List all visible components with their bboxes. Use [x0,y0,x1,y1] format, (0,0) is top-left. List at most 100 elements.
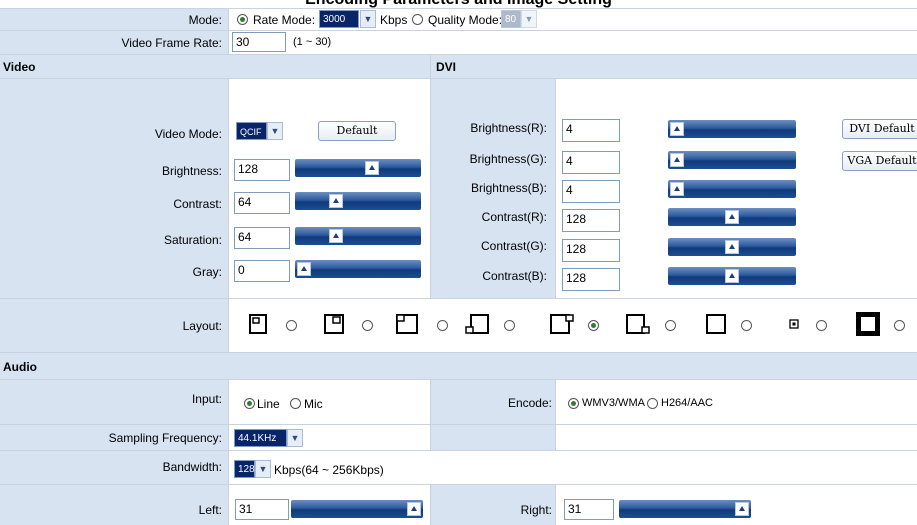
video-saturation-slider[interactable] [295,227,421,245]
quality-mode-label: Quality Mode: [428,13,503,27]
layout-row: Layout: [0,298,917,352]
page-title: Encoding Parameters and Image Setting [0,0,917,8]
rate-mode-label: Rate Mode: [253,13,316,27]
layout-radio-7[interactable] [741,320,752,331]
mic-radio[interactable] [290,398,301,409]
h264-radio[interactable] [647,398,658,409]
rate-mode-radio[interactable] [237,14,248,25]
video-gray-input[interactable]: 0 [234,260,290,282]
layout-radio-4[interactable] [504,320,515,331]
wmv-radio[interactable] [568,398,579,409]
slider-thumb-icon[interactable] [670,182,684,196]
video-brightness-slider[interactable] [295,159,421,177]
mode-row: Mode: Rate Mode: 3000 ▼ Kbps Quality Mod… [0,8,917,30]
layout-radio-6[interactable] [665,320,676,331]
dvi-brightness-b-input[interactable]: 4 [562,180,620,203]
chevron-down-icon: ▼ [360,10,376,28]
chevron-down-icon: ▼ [287,429,303,447]
layout-icon-9[interactable] [856,312,880,336]
video-saturation-input[interactable]: 64 [234,227,290,249]
layout-icon-4[interactable] [465,314,489,334]
slider-thumb-icon[interactable] [670,122,684,136]
video-default-button[interactable]: Default [318,121,396,141]
title-strip: Encoding Parameters and Image Setting [0,0,917,8]
slider-thumb-icon[interactable] [297,262,311,276]
dvi-contrast-g-label: Contrast(G): [480,239,547,253]
sampling-row: Sampling Frequency: 44.1KHz ▼ [0,424,917,450]
layout-icon-2[interactable] [324,314,344,334]
dvi-brightness-g-slider[interactable] [668,151,796,169]
slider-thumb-icon[interactable] [365,161,379,175]
h264-label: H264/AAC [661,397,713,409]
slider-thumb-icon[interactable] [735,502,749,516]
mode-label: Mode: [188,12,222,27]
video-dvi-header-row: Video DVI [0,54,917,78]
bandwidth-hint: Kbps(64 ~ 256Kbps) [274,463,384,477]
layout-radio-3[interactable] [437,320,448,331]
slider-thumb-icon[interactable] [725,210,739,224]
audio-section-title: Audio [3,360,37,374]
dvi-default-button[interactable]: DVI Default [842,119,917,139]
layout-radio-8[interactable] [816,320,827,331]
layout-icon-7[interactable] [706,314,726,334]
slider-thumb-icon[interactable] [329,229,343,243]
sampling-label: Sampling Frequency: [108,431,222,445]
dvi-contrast-g-input[interactable]: 128 [562,239,620,262]
slider-thumb-icon[interactable] [725,240,739,254]
slider-thumb-icon[interactable] [725,269,739,283]
rate-mode-select[interactable]: 3000 ▼ [319,10,377,28]
chevron-down-icon: ▼ [255,460,271,478]
video-mode-select[interactable]: QCIF ▼ [236,122,284,140]
layout-radio-9[interactable] [894,320,905,331]
frame-rate-input[interactable]: 30 [232,32,286,52]
dvi-contrast-b-input[interactable]: 128 [562,268,620,291]
layout-icon-5[interactable] [550,314,574,334]
video-contrast-input[interactable]: 64 [234,192,290,214]
sampling-select[interactable]: 44.1KHz ▼ [234,429,304,447]
layout-radio-1[interactable] [286,320,297,331]
dvi-brightness-g-input[interactable]: 4 [562,151,620,174]
bandwidth-label: Bandwidth: [162,460,222,474]
frame-rate-label: Video Frame Rate: [121,35,223,50]
layout-label: Layout: [182,318,222,333]
quality-mode-select[interactable]: 80 ▼ [501,10,537,28]
vga-default-button[interactable]: VGA Default [842,151,917,171]
layout-icon-8[interactable] [789,319,799,329]
dvi-contrast-r-slider[interactable] [668,208,796,226]
video-contrast-label: Contrast: [173,197,222,211]
video-brightness-input[interactable]: 128 [234,159,290,181]
bandwidth-select[interactable]: 128 ▼ [234,460,272,478]
layout-radio-5[interactable] [588,320,599,331]
dvi-contrast-b-slider[interactable] [668,267,796,285]
video-gray-slider[interactable] [295,260,421,278]
layout-radio-2[interactable] [362,320,373,331]
dvi-contrast-r-label: Contrast(R): [481,210,547,224]
volume-row: Left: 31 Right: 31 [0,484,917,525]
dvi-brightness-r-slider[interactable] [668,120,796,138]
dvi-brightness-b-slider[interactable] [668,180,796,198]
video-mode-label: Video Mode: [154,127,222,141]
right-input[interactable]: 31 [564,499,614,520]
dvi-brightness-b-label: Brightness(B): [470,181,547,195]
dvi-brightness-r-input[interactable]: 4 [562,119,620,142]
dvi-brightness-g-label: Brightness(G): [469,152,547,166]
line-radio[interactable] [244,398,255,409]
slider-thumb-icon[interactable] [407,502,421,516]
dvi-contrast-g-slider[interactable] [668,238,796,256]
dvi-contrast-r-input[interactable]: 128 [562,209,620,232]
line-label: Line [257,397,280,411]
layout-icon-6[interactable] [626,314,650,334]
rate-unit: Kbps [380,13,408,27]
quality-mode-radio[interactable] [412,14,423,25]
frame-rate-hint: (1 ~ 30) [293,36,332,48]
mic-label: Mic [304,397,323,411]
video-gray-label: Gray: [192,265,222,279]
left-slider[interactable] [291,500,423,518]
layout-icon-1[interactable] [249,314,267,334]
video-contrast-slider[interactable] [295,192,421,210]
slider-thumb-icon[interactable] [329,194,343,208]
left-input[interactable]: 31 [235,499,289,520]
layout-icon-3[interactable] [396,314,418,334]
slider-thumb-icon[interactable] [670,153,684,167]
right-slider[interactable] [619,500,751,518]
